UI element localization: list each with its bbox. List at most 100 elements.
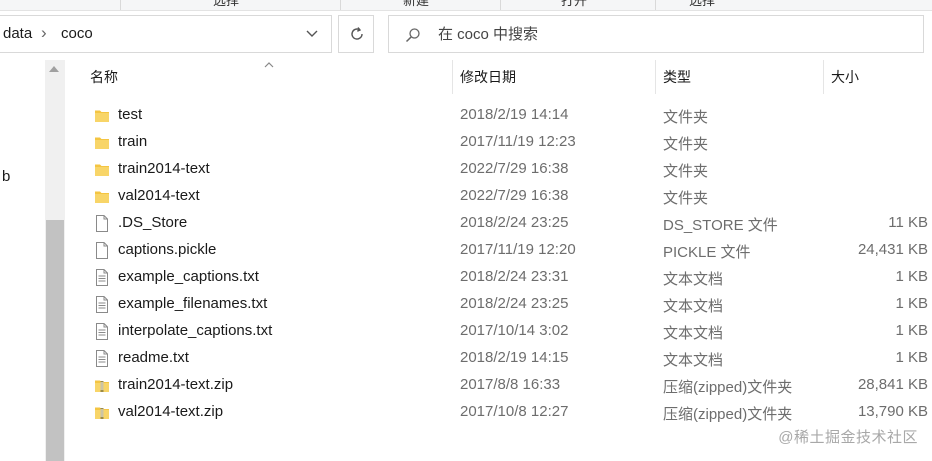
- file-name: .DS_Store: [118, 214, 188, 231]
- file-row[interactable]: .DS_Store 2018/2/24 23:25 DS_STORE 文件 11 KB: [66, 210, 932, 237]
- file-size: 1 KB: [895, 322, 928, 339]
- breadcrumb-data[interactable]: data: [3, 25, 32, 42]
- file-type: 文件夹: [663, 109, 709, 126]
- column-header-name[interactable]: 名称: [90, 60, 450, 94]
- file-row[interactable]: test 2018/2/19 14:14 文件夹: [66, 102, 932, 129]
- ribbon-strip: 选择 新建 打开 选择: [0, 0, 932, 11]
- column-header-type[interactable]: 类型: [663, 60, 823, 94]
- breadcrumb-chevron-icon[interactable]: ›: [41, 23, 47, 43]
- folder-icon: [94, 134, 110, 151]
- file-type: 文本文档: [663, 271, 724, 288]
- file-date: 2017/10/14 3:02: [460, 322, 569, 339]
- scroll-thumb[interactable]: [46, 220, 64, 461]
- refresh-icon: [351, 27, 363, 40]
- file-date: 2017/8/8 16:33: [460, 376, 561, 393]
- text-file-icon: [94, 296, 110, 313]
- folder-icon: [94, 161, 110, 178]
- file-name: val2014-text.zip: [118, 403, 224, 420]
- file-date: 2018/2/19 14:15: [460, 349, 569, 366]
- file-size: 1 KB: [895, 295, 928, 312]
- ribbon-divider: [500, 0, 501, 10]
- file-row[interactable]: interpolate_captions.txt 2017/10/14 3:02 文…: [66, 318, 932, 345]
- file-name: train2014-text.zip: [118, 376, 234, 393]
- file-date: 2018/2/24 23:25: [460, 295, 569, 312]
- zip-folder-icon: [94, 404, 110, 421]
- folder-icon: [94, 107, 110, 124]
- file-type: DS_STORE 文件: [663, 217, 778, 234]
- search-input[interactable]: [438, 24, 908, 44]
- ribbon-group-new[interactable]: 新建: [403, 0, 429, 9]
- ribbon-divider: [120, 0, 121, 10]
- chevron-down-icon[interactable]: [304, 25, 320, 41]
- file-name: readme.txt: [118, 349, 189, 366]
- blank-file-icon: [94, 215, 110, 232]
- watermark: @稀土掘金技术社区: [778, 429, 918, 446]
- file-name: captions.pickle: [118, 241, 217, 258]
- file-date: 2017/11/19 12:20: [460, 241, 576, 258]
- file-type: 文件夹: [663, 190, 709, 207]
- file-date: 2018/2/24 23:31: [460, 268, 569, 285]
- file-size: 24,431 KB: [857, 241, 928, 258]
- refresh-button[interactable]: [338, 15, 374, 53]
- file-row[interactable]: train 2017/11/19 12:23 文件夹: [66, 129, 932, 156]
- file-type: 压缩(zipped)文件夹: [663, 379, 793, 396]
- file-size: 28,841 KB: [857, 376, 928, 393]
- file-date: 2018/2/19 14:14: [460, 106, 569, 123]
- file-type: 文本文档: [663, 325, 724, 342]
- blank-file-icon: [94, 242, 110, 259]
- column-header-size[interactable]: 大小: [831, 60, 926, 94]
- file-type: 文件夹: [663, 163, 709, 180]
- file-type: 文本文档: [663, 352, 724, 369]
- ribbon-divider: [340, 0, 341, 10]
- search-box[interactable]: [388, 15, 924, 53]
- column-divider[interactable]: [823, 60, 824, 94]
- text-file-icon: [94, 269, 110, 286]
- file-size: 11 KB: [888, 214, 928, 231]
- file-name: interpolate_captions.txt: [118, 322, 273, 339]
- file-name: val2014-text: [118, 187, 200, 204]
- file-type: PICKLE 文件: [663, 244, 751, 261]
- file-type: 压缩(zipped)文件夹: [663, 406, 793, 423]
- breadcrumb-coco[interactable]: coco: [61, 25, 93, 42]
- file-row[interactable]: val2014-text.zip 2017/10/8 12:27 压缩(zipped…: [66, 399, 932, 426]
- address-bar[interactable]: data › coco: [0, 15, 332, 53]
- ribbon-group-select[interactable]: 选择: [213, 0, 239, 9]
- ribbon-group-open[interactable]: 打开: [561, 0, 587, 9]
- column-divider[interactable]: [655, 60, 656, 94]
- folder-icon: [94, 188, 110, 205]
- navigation-pane: b: [0, 60, 46, 461]
- file-size: 13,790 KB: [857, 403, 928, 420]
- file-name: example_filenames.txt: [118, 295, 268, 312]
- file-size: 1 KB: [895, 268, 928, 285]
- file-date: 2017/11/19 12:23: [460, 133, 576, 150]
- column-header-date[interactable]: 修改日期: [460, 60, 650, 94]
- file-name: example_captions.txt: [118, 268, 259, 285]
- file-name: train2014-text: [118, 160, 210, 177]
- search-icon: [405, 28, 420, 43]
- file-date: 2018/2/24 23:25: [460, 214, 569, 231]
- zip-folder-icon: [94, 377, 110, 394]
- nav-item-label[interactable]: b: [2, 168, 10, 185]
- file-row[interactable]: captions.pickle 2017/11/19 12:20 PICKLE 文件…: [66, 237, 932, 264]
- file-row[interactable]: example_captions.txt 2018/2/24 23:31 文本文档 1…: [66, 264, 932, 291]
- file-row[interactable]: train2014-text.zip 2017/8/8 16:33 压缩(zippe…: [66, 372, 932, 399]
- ribbon-group-selection[interactable]: 选择: [689, 0, 715, 9]
- file-type: 文件夹: [663, 136, 709, 153]
- file-row[interactable]: example_filenames.txt 2018/2/24 23:25 文本文档…: [66, 291, 932, 318]
- file-row[interactable]: val2014-text 2022/7/29 16:38 文件夹: [66, 183, 932, 210]
- file-date: 2022/7/29 16:38: [460, 187, 569, 204]
- file-date: 2022/7/29 16:38: [460, 160, 569, 177]
- file-date: 2017/10/8 12:27: [460, 403, 569, 420]
- file-size: 1 KB: [895, 349, 928, 366]
- file-name: train: [118, 133, 148, 150]
- file-row[interactable]: readme.txt 2018/2/19 14:15 文本文档 1 KB: [66, 345, 932, 372]
- text-file-icon: [94, 350, 110, 367]
- text-file-icon: [94, 323, 110, 340]
- nav-scrollbar[interactable]: [45, 60, 65, 461]
- file-type: 文本文档: [663, 298, 724, 315]
- scroll-up-arrow-icon[interactable]: [49, 66, 59, 72]
- file-name: test: [118, 106, 143, 123]
- column-divider[interactable]: [452, 60, 453, 94]
- ribbon-divider: [655, 0, 656, 10]
- file-row[interactable]: train2014-text 2022/7/29 16:38 文件夹: [66, 156, 932, 183]
